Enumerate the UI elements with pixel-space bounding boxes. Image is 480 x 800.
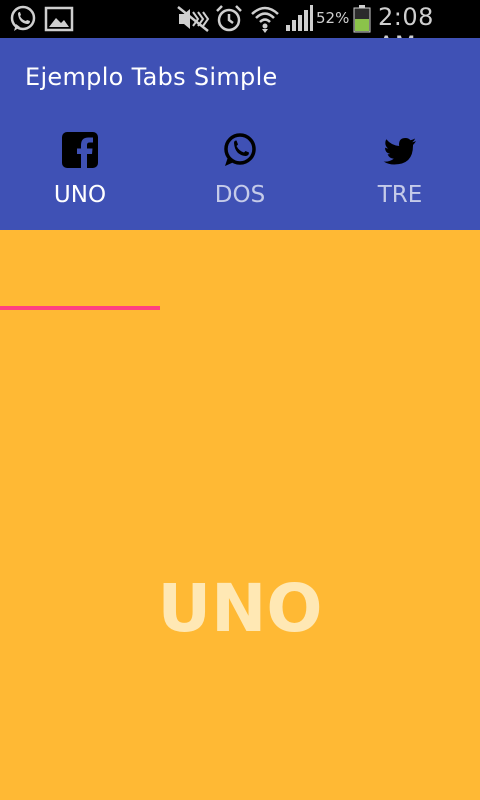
battery-icon <box>353 5 371 33</box>
tab-content-label: UNO <box>157 570 323 647</box>
status-bar: 52% 2:08 AM <box>0 0 480 59</box>
facebook-icon <box>62 132 98 168</box>
tab-tre[interactable]: TRE <box>320 118 480 230</box>
tab-dos[interactable]: DOS <box>160 118 320 230</box>
wifi-icon <box>251 6 279 33</box>
whatsapp-icon <box>224 133 256 166</box>
gallery-icon <box>44 6 74 32</box>
tab-bar: UNO DOS TRE <box>0 118 480 310</box>
twitter-icon <box>383 138 416 165</box>
tab-indicator <box>0 306 160 310</box>
signal-icon <box>286 5 313 31</box>
tab-label-tre: TRE <box>377 182 423 208</box>
whatsapp-icon <box>10 5 36 31</box>
alarm-icon <box>216 5 242 32</box>
tab-uno[interactable]: UNO <box>0 118 160 230</box>
tab-label-dos: DOS <box>214 182 266 208</box>
battery-percent: 52% <box>316 9 350 27</box>
mute-icon <box>177 6 210 32</box>
app-title: Ejemplo Tabs Simple <box>25 63 278 91</box>
app-screen: 52% 2:08 AM Ejemplo Tabs Simple UNO <box>0 0 480 800</box>
tab-label-uno: UNO <box>53 182 107 208</box>
app-bar: Ejemplo Tabs Simple UNO DOS TRE <box>0 38 480 310</box>
